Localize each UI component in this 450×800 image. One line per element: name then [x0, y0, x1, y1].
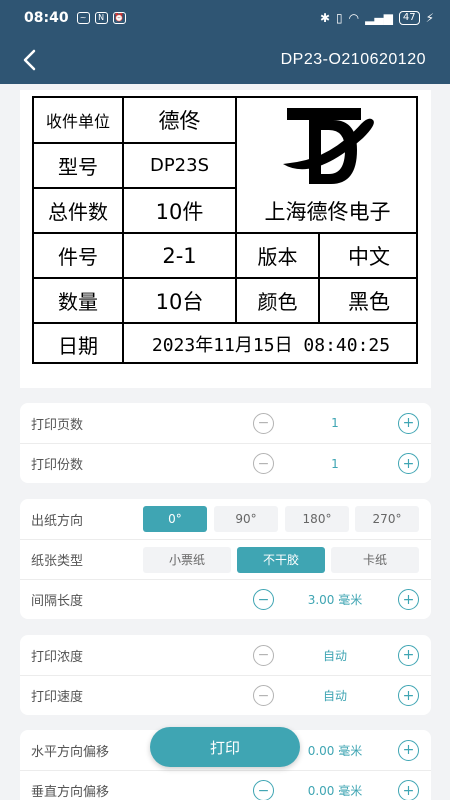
- status-bar: 08:40 ~ N ⏰ ✱ ▯ ◠ ▂▄▆ 47 ⚡: [0, 0, 450, 36]
- copies-card: 打印页数 − 1 + 打印份数 − 1 +: [20, 403, 431, 483]
- print-density-label: 打印浓度: [31, 649, 84, 665]
- print-pages-label: 打印页数: [31, 417, 84, 433]
- app-bar: DP23-O210620120: [0, 36, 450, 84]
- print-pages-row: 打印页数 − 1 +: [20, 403, 431, 443]
- paper-option-receipt[interactable]: 小票纸: [143, 546, 231, 573]
- vertical-offset-row: 垂直方向偏移 − 0.00 毫米 +: [20, 770, 431, 800]
- label-cell-qty-label: 数量: [34, 279, 124, 324]
- label-cell-date-label: 日期: [34, 324, 124, 364]
- gap-length-decrease-button[interactable]: −: [253, 589, 274, 610]
- paper-option-sticker[interactable]: 不干胶: [237, 546, 325, 573]
- print-pages-increase-button[interactable]: +: [398, 412, 419, 434]
- print-pages-decrease-button[interactable]: −: [253, 412, 274, 434]
- label-table: 收件单位 德佟 型号 DP23S 总件数 10件 上海德佟电子 件号 2-1 版…: [32, 96, 418, 364]
- print-speed-increase-button[interactable]: +: [398, 685, 419, 706]
- print-speed-row: 打印速度 − 自动 +: [20, 675, 431, 715]
- print-copies-label: 打印份数: [31, 458, 84, 473]
- battery-level: 47: [398, 11, 420, 25]
- device-name-title: DP23-O210620120: [280, 51, 426, 68]
- print-density-row: 打印浓度 − 自动 +: [20, 635, 431, 675]
- label-cell-color-label: 颜色: [237, 279, 320, 324]
- vertical-offset-label: 垂直方向偏移: [31, 785, 110, 800]
- gap-length-label: 间隔长度: [31, 594, 84, 609]
- gap-length-row: 间隔长度 − 3.00 毫米 +: [20, 579, 431, 619]
- company-logo-area: 上海德佟电子: [237, 98, 418, 234]
- company-name: 上海德佟电子: [264, 200, 391, 224]
- back-arrow-icon: [23, 49, 36, 71]
- print-pages-value: 1: [331, 416, 339, 430]
- system-icons: ✱ ▯ ◠ ▂▄▆ 47 ⚡: [320, 11, 434, 25]
- paper-type-label: 纸张类型: [31, 554, 84, 569]
- notification-icons: ~ N ⏰: [76, 12, 126, 24]
- vertical-offset-value: 0.00 毫米: [307, 784, 363, 798]
- nfc-icon: N: [94, 12, 108, 24]
- quality-card: 打印浓度 − 自动 + 打印速度 − 自动 +: [20, 635, 431, 715]
- paper-direction-label: 出纸方向: [31, 513, 84, 529]
- paper-option-card[interactable]: 卡纸: [331, 546, 419, 573]
- signal-icon: ▂▄▆: [365, 11, 393, 25]
- print-density-increase-button[interactable]: +: [398, 644, 419, 666]
- alarm-icon: ⏰: [112, 12, 126, 24]
- vertical-offset-increase-button[interactable]: +: [398, 780, 419, 800]
- vertical-offset-decrease-button[interactable]: −: [253, 780, 274, 800]
- direction-option-0[interactable]: 0°: [143, 506, 207, 532]
- gap-length-value: 3.00 毫米: [307, 593, 363, 607]
- label-cell-recv-label: 收件单位: [34, 98, 124, 144]
- label-cell-date-value: 2023年11月15日 08:40:25: [151, 335, 391, 356]
- label-cell-total-value: 10件: [124, 189, 237, 234]
- horizontal-offset-increase-button[interactable]: +: [398, 739, 419, 761]
- label-cell-piece-value: 2-1: [124, 234, 237, 279]
- direction-option-90[interactable]: 90°: [214, 506, 278, 532]
- print-button[interactable]: 打印: [150, 727, 300, 767]
- print-speed-label: 打印速度: [31, 690, 84, 705]
- message-icon: ~: [76, 12, 90, 24]
- print-speed-decrease-button[interactable]: −: [253, 685, 274, 706]
- print-copies-increase-button[interactable]: +: [398, 453, 419, 474]
- label-cell-total-label: 总件数: [34, 189, 124, 234]
- paper-direction-row: 出纸方向 0° 90° 180° 270°: [20, 499, 431, 539]
- charging-icon: ⚡: [425, 11, 434, 25]
- label-preview: 收件单位 德佟 型号 DP23S 总件数 10件 上海德佟电子 件号 2-1 版…: [20, 90, 431, 388]
- label-cell-piece-label: 件号: [34, 234, 124, 279]
- label-cell-model-label: 型号: [34, 144, 124, 189]
- horizontal-offset-value: 0.00 毫米: [307, 743, 363, 758]
- bluetooth-icon: ✱: [319, 11, 331, 25]
- vibrate-icon: ▯: [336, 11, 343, 25]
- label-cell-qty-value: 10台: [124, 279, 237, 324]
- print-density-value: 自动: [322, 648, 347, 663]
- print-density-decrease-button[interactable]: −: [253, 644, 274, 666]
- status-time: 08:40: [24, 10, 69, 26]
- horizontal-offset-label: 水平方向偏移: [31, 744, 110, 760]
- print-copies-decrease-button[interactable]: −: [253, 453, 274, 474]
- paper-card: 出纸方向 0° 90° 180° 270° 纸张类型 小票纸 不干胶 卡纸 间隔…: [20, 499, 431, 619]
- label-cell-version-label: 版本: [237, 234, 320, 279]
- print-speed-value: 自动: [322, 689, 347, 703]
- label-cell-color-value: 黑色: [320, 279, 418, 324]
- print-copies-value: 1: [331, 456, 339, 471]
- label-cell-recv-value: 德佟: [124, 98, 237, 144]
- company-logo: [283, 108, 374, 184]
- label-cell-model-value: DP23S: [124, 144, 237, 189]
- print-copies-row: 打印份数 − 1 +: [20, 443, 431, 483]
- paper-type-row: 纸张类型 小票纸 不干胶 卡纸: [20, 539, 431, 579]
- label-cell-version-value: 中文: [320, 234, 418, 279]
- direction-option-270[interactable]: 270°: [355, 506, 419, 532]
- gap-length-increase-button[interactable]: +: [398, 589, 419, 610]
- back-button[interactable]: [0, 36, 60, 84]
- direction-option-180[interactable]: 180°: [285, 506, 349, 532]
- wifi-icon: ◠: [348, 11, 360, 25]
